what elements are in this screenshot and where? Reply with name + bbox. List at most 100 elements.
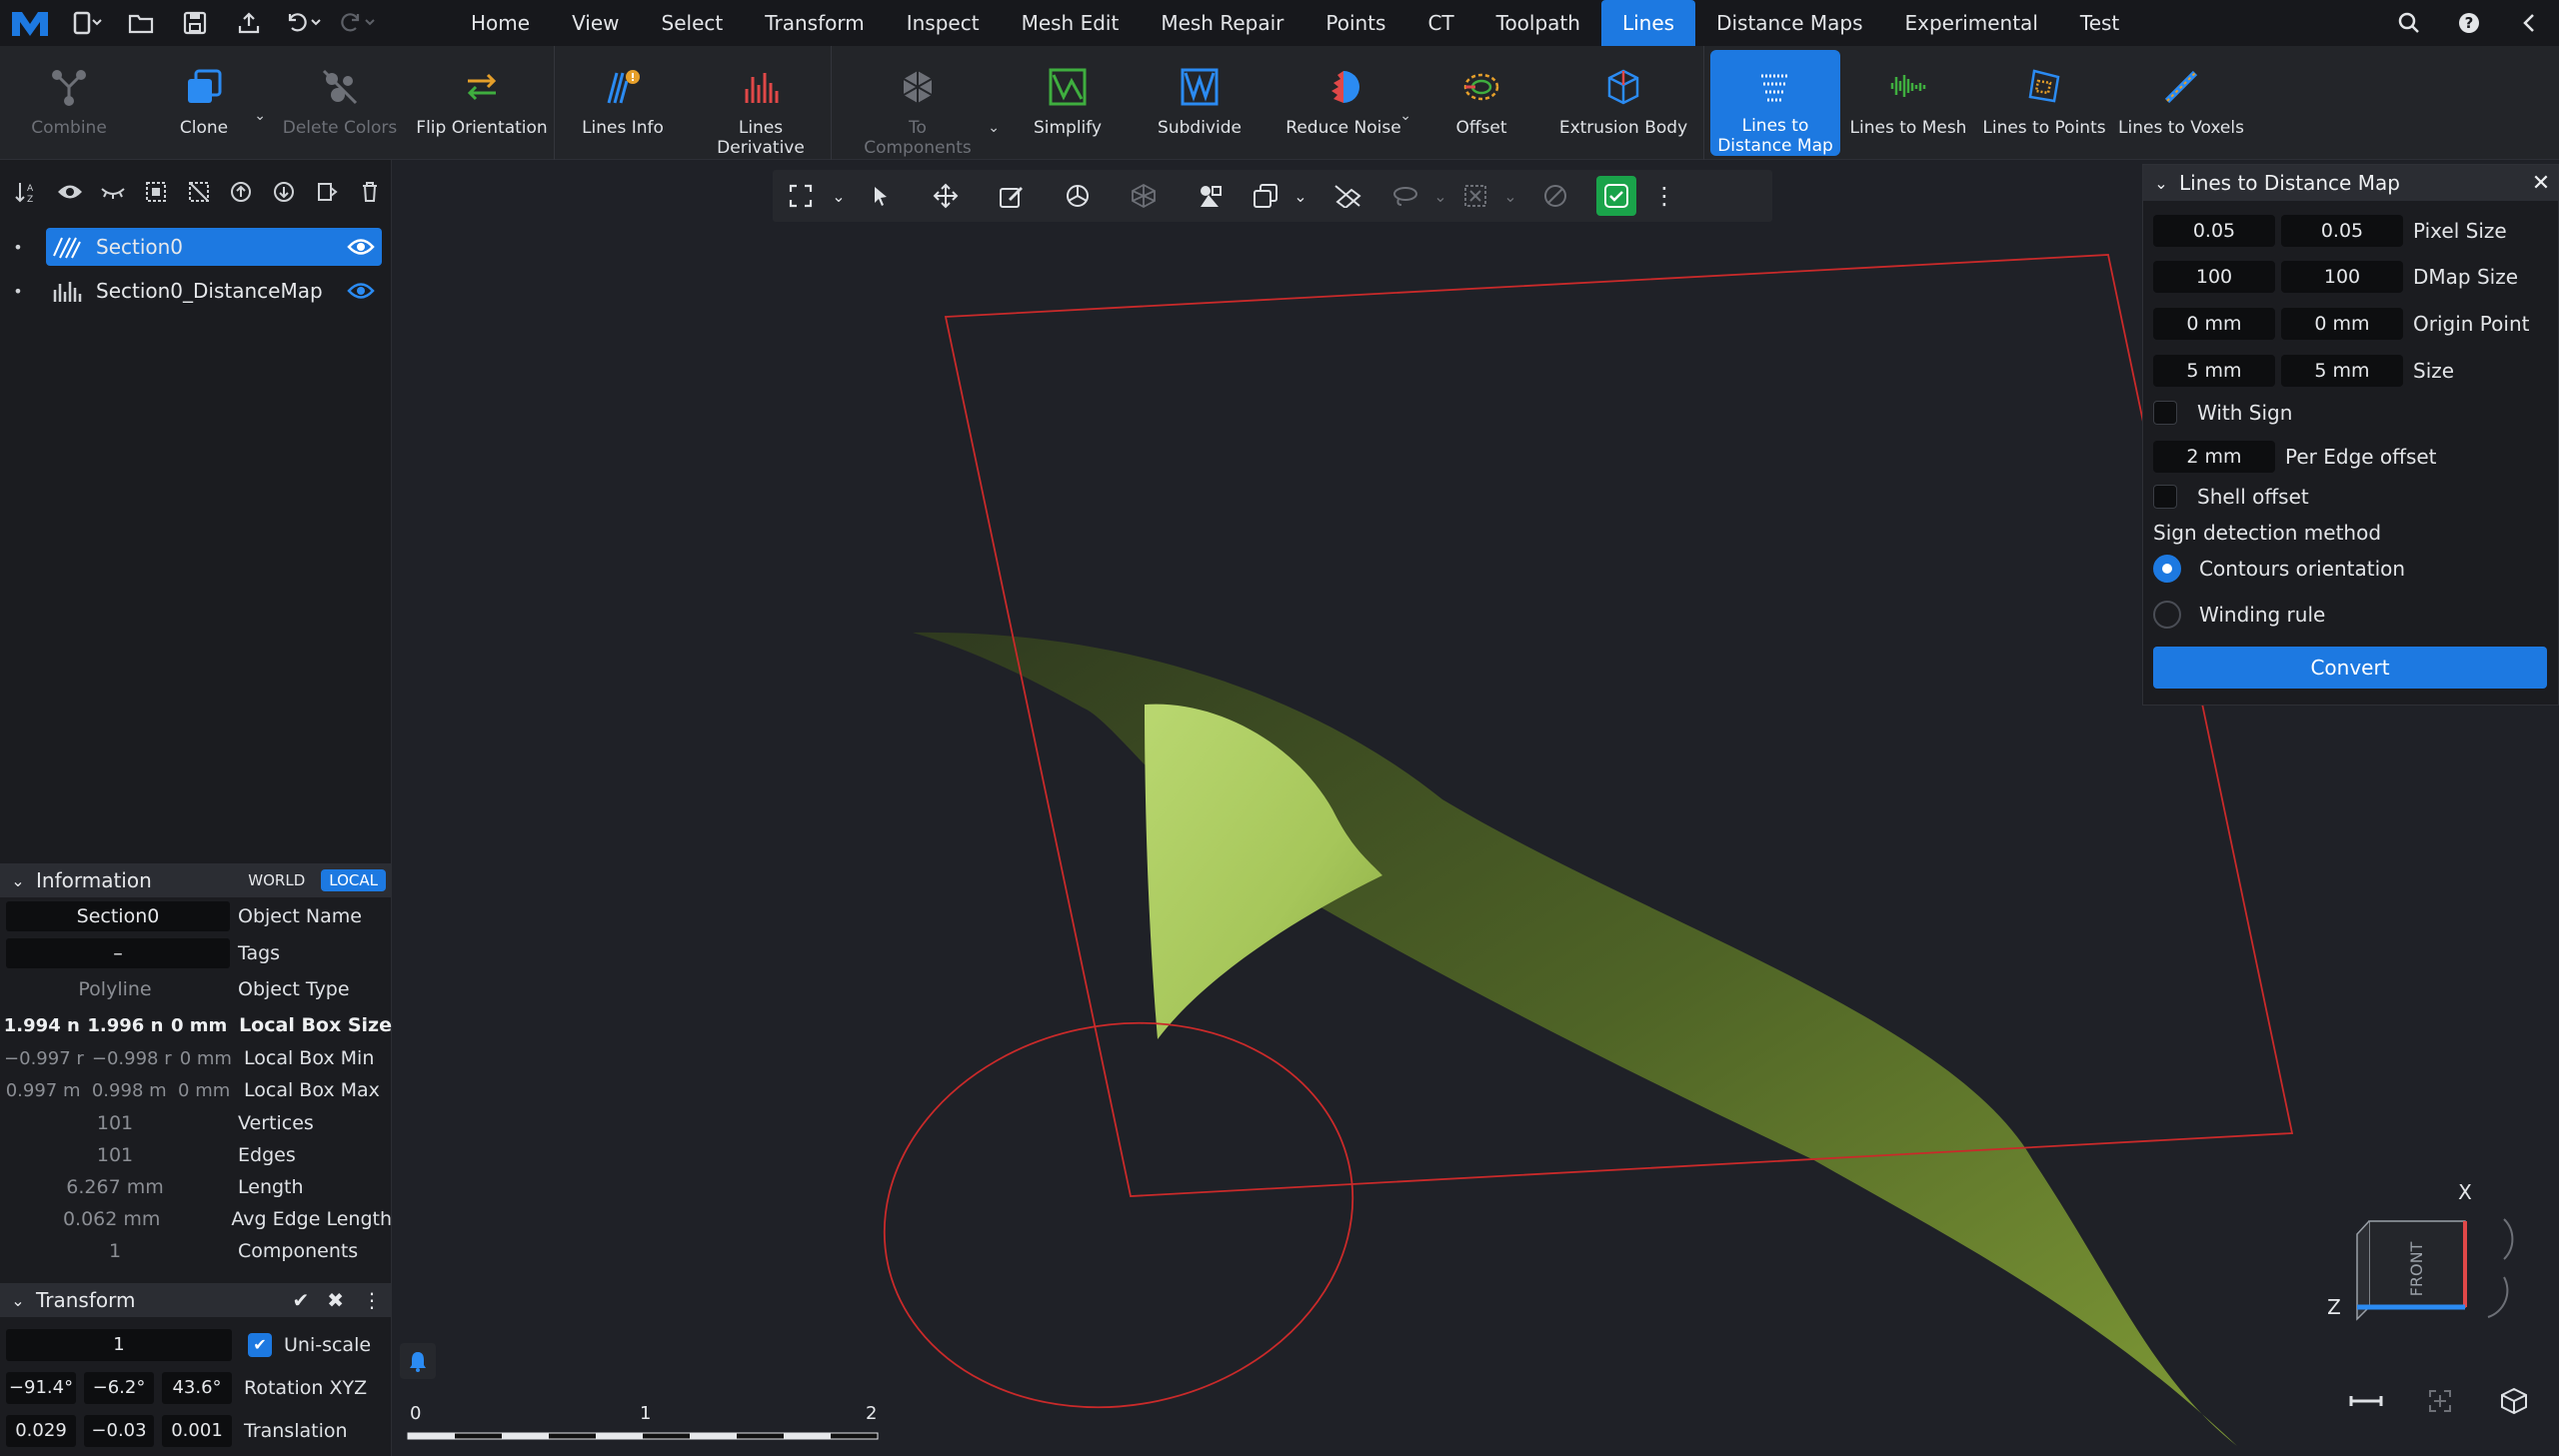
menu-tab-view[interactable]: View <box>551 0 640 46</box>
open-folder-icon[interactable] <box>114 0 168 46</box>
collapse-chevron-icon[interactable] <box>2499 0 2559 46</box>
rotation-y-input[interactable]: −6.2° <box>84 1371 154 1404</box>
fit-view-icon[interactable] <box>2403 1379 2477 1423</box>
select-all-icon[interactable] <box>134 172 177 212</box>
lines-to-distance-map-button[interactable]: Lines to Distance Map <box>1710 50 1840 156</box>
shell-offset-checkbox[interactable] <box>2153 485 2177 509</box>
simplify-button[interactable]: Simplify <box>1004 46 1132 160</box>
fit-view-icon[interactable] <box>773 170 829 222</box>
lines-to-voxels-button[interactable]: Lines to Voxels <box>2112 46 2250 160</box>
visibility-eye-icon[interactable] <box>341 238 381 256</box>
per-edge-offset-input[interactable]: 2 mm <box>2153 441 2275 473</box>
rotation-x-input[interactable]: −91.4° <box>6 1371 76 1404</box>
contours-orientation-radio[interactable] <box>2153 555 2181 583</box>
view-cube[interactable]: FRONT X Z <box>2327 1180 2514 1321</box>
clipping-dropdown-icon[interactable]: ⌄ <box>1498 170 1522 222</box>
to-components-button[interactable]: To Components ⌄ <box>832 46 1004 160</box>
scene-item-section0-distancemap[interactable]: • Section0_DistanceMap <box>0 270 391 312</box>
hide-all-icon[interactable] <box>92 172 135 212</box>
dmap-size-x-input[interactable]: 100 <box>2153 261 2275 293</box>
object-name-field[interactable]: Section0 <box>6 901 230 931</box>
winding-rule-option[interactable]: Winding rule <box>2153 601 2325 629</box>
reduce-noise-dropdown-icon[interactable]: ⌄ <box>1399 106 1411 126</box>
scene-item-section0[interactable]: • Section0 <box>0 226 391 268</box>
extrusion-body-button[interactable]: Extrusion Body <box>1543 46 1703 160</box>
search-icon[interactable] <box>2379 0 2439 46</box>
with-sign-checkbox[interactable] <box>2153 401 2177 425</box>
rotation-z-input[interactable]: 43.6° <box>162 1371 232 1404</box>
view-cube-toggle-icon[interactable] <box>2477 1379 2551 1423</box>
expand-icon[interactable] <box>305 172 348 212</box>
close-icon[interactable]: ✕ <box>2524 171 2558 196</box>
move-up-icon[interactable] <box>220 172 263 212</box>
app-logo-icon[interactable] <box>0 0 60 46</box>
flip-orientation-button[interactable]: Flip Orientation <box>410 46 554 160</box>
help-icon[interactable]: ? <box>2439 0 2499 46</box>
size-x-input[interactable]: 5 mm <box>2153 355 2275 387</box>
size-y-input[interactable]: 5 mm <box>2281 355 2403 387</box>
more-options-icon[interactable]: ⋮ <box>362 1288 382 1312</box>
paint-select-icon[interactable] <box>979 170 1045 222</box>
menu-tab-toolpath[interactable]: Toolpath <box>1475 0 1601 46</box>
scale-input[interactable]: 1 <box>6 1328 232 1361</box>
clone-button[interactable]: Clone ⌄ <box>138 46 270 160</box>
show-all-icon[interactable] <box>49 172 92 212</box>
shape-tool-icon[interactable] <box>1177 170 1243 222</box>
convert-button[interactable]: Convert <box>2153 647 2547 689</box>
fit-view-dropdown-icon[interactable]: ⌄ <box>829 170 849 222</box>
rotate-tool-icon[interactable] <box>1045 170 1111 222</box>
menu-tab-inspect[interactable]: Inspect <box>886 0 1001 46</box>
dmap-size-y-input[interactable]: 100 <box>2281 261 2403 293</box>
origin-x-input[interactable]: 0 mm <box>2153 308 2275 340</box>
ruler-icon[interactable] <box>2329 1379 2403 1423</box>
uniscale-checkbox[interactable]: ✔ <box>248 1332 272 1357</box>
menu-tab-select[interactable]: Select <box>641 0 745 46</box>
menu-tab-points[interactable]: Points <box>1304 0 1406 46</box>
menu-tab-ct[interactable]: CT <box>1406 0 1474 46</box>
save-icon[interactable] <box>168 0 222 46</box>
lines-info-button[interactable]: Lines Info <box>555 46 691 160</box>
sort-icon[interactable]: AZ <box>6 172 49 212</box>
confirm-check-icon[interactable] <box>1588 170 1644 222</box>
reset-close-icon[interactable]: ✖ <box>327 1288 344 1312</box>
lines-derivative-button[interactable]: Lines Derivative <box>691 46 831 160</box>
origin-y-input[interactable]: 0 mm <box>2281 308 2403 340</box>
menu-tab-mesh-edit[interactable]: Mesh Edit <box>1001 0 1141 46</box>
copy-tool-icon[interactable] <box>1243 170 1288 222</box>
delete-colors-button[interactable]: Delete Colors <box>270 46 410 160</box>
new-file-icon[interactable] <box>60 0 114 46</box>
translation-z-input[interactable]: 0.001 m <box>162 1414 232 1456</box>
export-icon[interactable] <box>222 0 276 46</box>
combine-button[interactable]: Combine <box>0 46 138 160</box>
no-entry-icon[interactable] <box>1522 170 1588 222</box>
undo-icon[interactable] <box>276 0 330 46</box>
more-options-icon[interactable]: ⋮ <box>1644 170 1684 222</box>
clone-dropdown-icon[interactable]: ⌄ <box>254 106 266 126</box>
translation-y-input[interactable]: −0.03 m <box>84 1414 154 1456</box>
reduce-noise-button[interactable]: Reduce Noise ⌄ <box>1268 46 1419 160</box>
lasso-icon[interactable] <box>1382 170 1428 222</box>
menu-tab-test[interactable]: Test <box>2059 0 2140 46</box>
transform-header[interactable]: ⌄ Transform ✔ ✖ ⋮ <box>0 1283 392 1317</box>
notification-bell-icon[interactable] <box>400 1343 436 1379</box>
move-tool-icon[interactable] <box>913 170 979 222</box>
menu-tab-home[interactable]: Home <box>450 0 551 46</box>
lines-to-points-button[interactable]: Lines to Points <box>1976 46 2112 160</box>
information-header[interactable]: ⌄ Information WORLD LOCAL <box>0 863 392 897</box>
select-pointer-icon[interactable] <box>849 170 913 222</box>
local-toggle[interactable]: LOCAL <box>321 869 386 891</box>
hide-tool-icon[interactable] <box>1312 170 1382 222</box>
copy-tool-dropdown-icon[interactable]: ⌄ <box>1288 170 1312 222</box>
winding-rule-radio[interactable] <box>2153 601 2181 629</box>
menu-tab-mesh-repair[interactable]: Mesh Repair <box>1140 0 1304 46</box>
menu-tab-distance-maps[interactable]: Distance Maps <box>1695 0 1883 46</box>
menu-tab-transform[interactable]: Transform <box>744 0 885 46</box>
menu-tab-experimental[interactable]: Experimental <box>1884 0 2059 46</box>
clipping-box-icon[interactable] <box>1452 170 1498 222</box>
world-toggle[interactable]: WORLD <box>240 869 313 891</box>
lasso-dropdown-icon[interactable]: ⌄ <box>1428 170 1452 222</box>
translation-x-input[interactable]: 0.029 m <box>6 1414 76 1456</box>
move-down-icon[interactable] <box>263 172 306 212</box>
offset-button[interactable]: Offset <box>1419 46 1543 160</box>
redo-icon[interactable] <box>330 0 384 46</box>
